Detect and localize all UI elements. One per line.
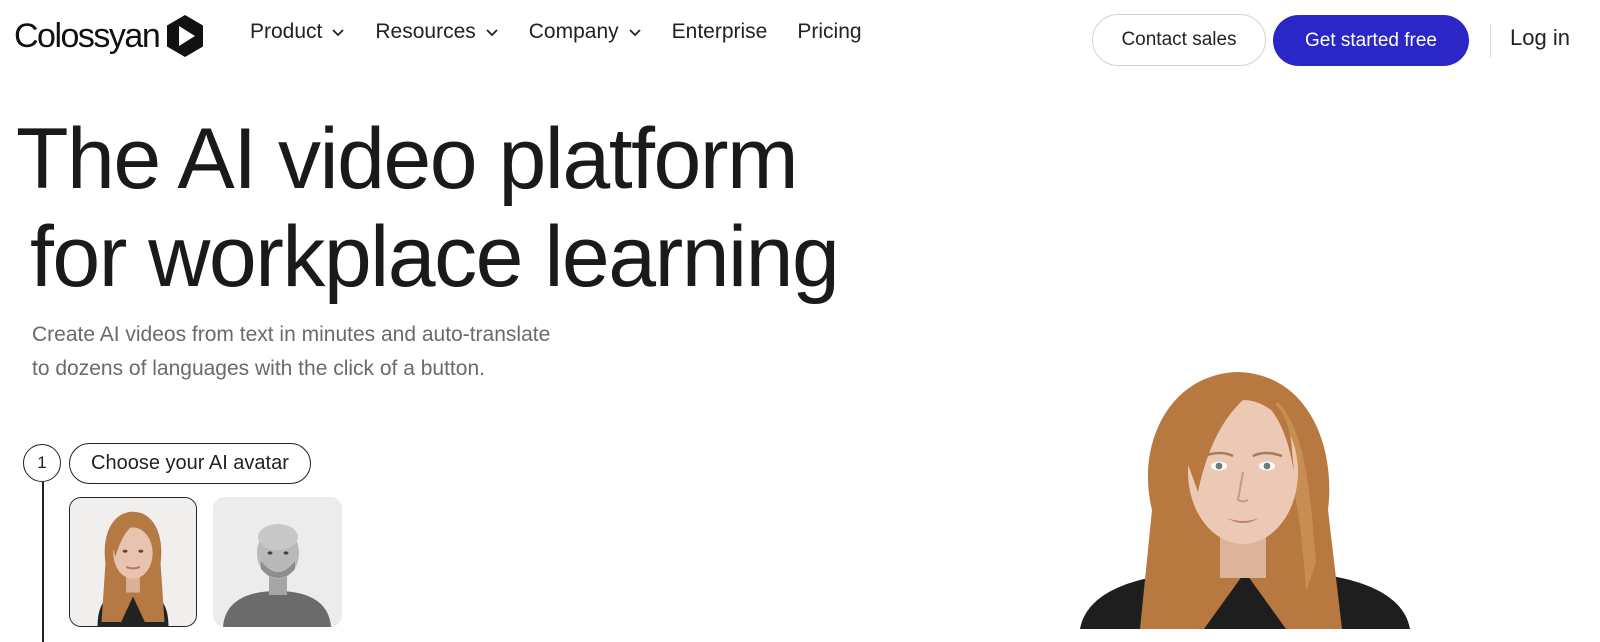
chevron-down-icon: [629, 29, 641, 37]
nav-item-company[interactable]: Company: [529, 20, 642, 44]
step-label-choose-avatar: Choose your AI avatar: [69, 443, 311, 484]
hero-subtitle: Create AI videos from text in minutes an…: [32, 318, 592, 386]
chevron-down-icon: [332, 29, 345, 37]
nav-item-label: Enterprise: [671, 20, 768, 43]
hero-title: The AI video platform for workplace lear…: [16, 110, 840, 306]
get-started-button[interactable]: Get started free: [1273, 15, 1469, 66]
hero-subtitle-line-2: to dozens of languages with the click of…: [32, 357, 485, 380]
nav-item-label: Product: [250, 20, 323, 43]
avatar-option-male[interactable]: [213, 497, 342, 627]
colossyan-logo[interactable]: Colossyan: [14, 14, 205, 58]
male-avatar-thumbnail: [213, 497, 342, 627]
logo-wordmark: Colossyan: [14, 17, 161, 55]
ai-avatar-presenter-image: [1080, 372, 1410, 629]
nav-item-pricing[interactable]: Pricing: [797, 20, 861, 44]
contact-sales-button[interactable]: Contact sales: [1092, 14, 1266, 66]
primary-nav: Product Resources Company Enterprise Pri…: [250, 20, 892, 44]
nav-item-product[interactable]: Product: [250, 20, 345, 44]
hero-title-line-2: for workplace learning: [30, 209, 840, 305]
nav-item-enterprise[interactable]: Enterprise: [672, 20, 768, 44]
avatar-option-female[interactable]: [69, 497, 197, 627]
step-connector-line: [42, 482, 44, 642]
female-avatar-thumbnail: [70, 498, 196, 626]
nav-item-label: Resources: [375, 20, 476, 43]
chevron-down-icon: [486, 29, 498, 37]
nav-item-label: Pricing: [797, 20, 862, 43]
nav-divider: [1490, 24, 1491, 58]
nav-item-label: Company: [528, 20, 619, 43]
hero-subtitle-line-1: Create AI videos from text in minutes an…: [32, 323, 551, 346]
login-link[interactable]: Log in: [1510, 25, 1570, 51]
step-number-badge: 1: [23, 444, 61, 482]
hero-title-line-1: The AI video platform: [16, 111, 799, 207]
play-hexagon-icon: [167, 15, 204, 57]
nav-item-resources[interactable]: Resources: [375, 20, 498, 44]
